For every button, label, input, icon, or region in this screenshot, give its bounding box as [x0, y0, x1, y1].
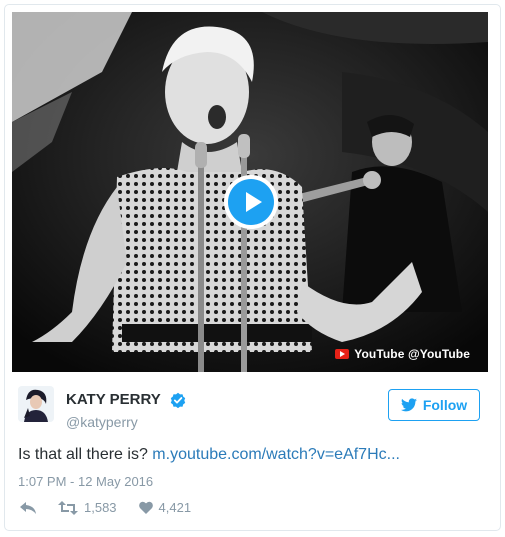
- like-button[interactable]: 4,421: [138, 500, 192, 515]
- tweet-link[interactable]: m.youtube.com/watch?v=eAf7Hc...: [152, 446, 400, 463]
- video-thumbnail[interactable]: YouTube @YouTube: [12, 12, 488, 372]
- like-count: 4,421: [158, 500, 192, 515]
- youtube-icon: [335, 349, 350, 359]
- retweet-button[interactable]: 1,583: [58, 500, 117, 515]
- play-button[interactable]: [224, 175, 278, 229]
- verified-icon: [171, 392, 186, 408]
- retweet-count: 1,583: [84, 500, 117, 515]
- follow-label: Follow: [422, 397, 468, 413]
- author-handle[interactable]: @katyperry: [66, 414, 186, 430]
- follow-button[interactable]: Follow: [388, 389, 480, 421]
- heart-icon: [138, 501, 153, 514]
- avatar[interactable]: [18, 386, 54, 422]
- author-name[interactable]: KATY PERRY: [66, 391, 161, 408]
- reply-button[interactable]: [20, 501, 36, 514]
- play-icon: [228, 179, 274, 225]
- tweet-actions: 1,583 4,421: [20, 500, 213, 515]
- retweet-icon: [58, 500, 78, 515]
- twitter-bird-icon: [400, 398, 417, 412]
- tweet-text: Is that all there is? m.youtube.com/watc…: [18, 446, 400, 464]
- tweet-body: Is that all there is?: [18, 446, 148, 463]
- youtube-attribution-text: YouTube @YouTube: [354, 347, 470, 361]
- avatar-image: [18, 386, 54, 422]
- reply-icon: [20, 501, 36, 514]
- tweet-header: KATY PERRY @katyperry Follow: [18, 386, 480, 436]
- youtube-attribution[interactable]: YouTube @YouTube: [335, 347, 470, 361]
- tweet-timestamp[interactable]: 1:07 PM - 12 May 2016: [18, 474, 153, 489]
